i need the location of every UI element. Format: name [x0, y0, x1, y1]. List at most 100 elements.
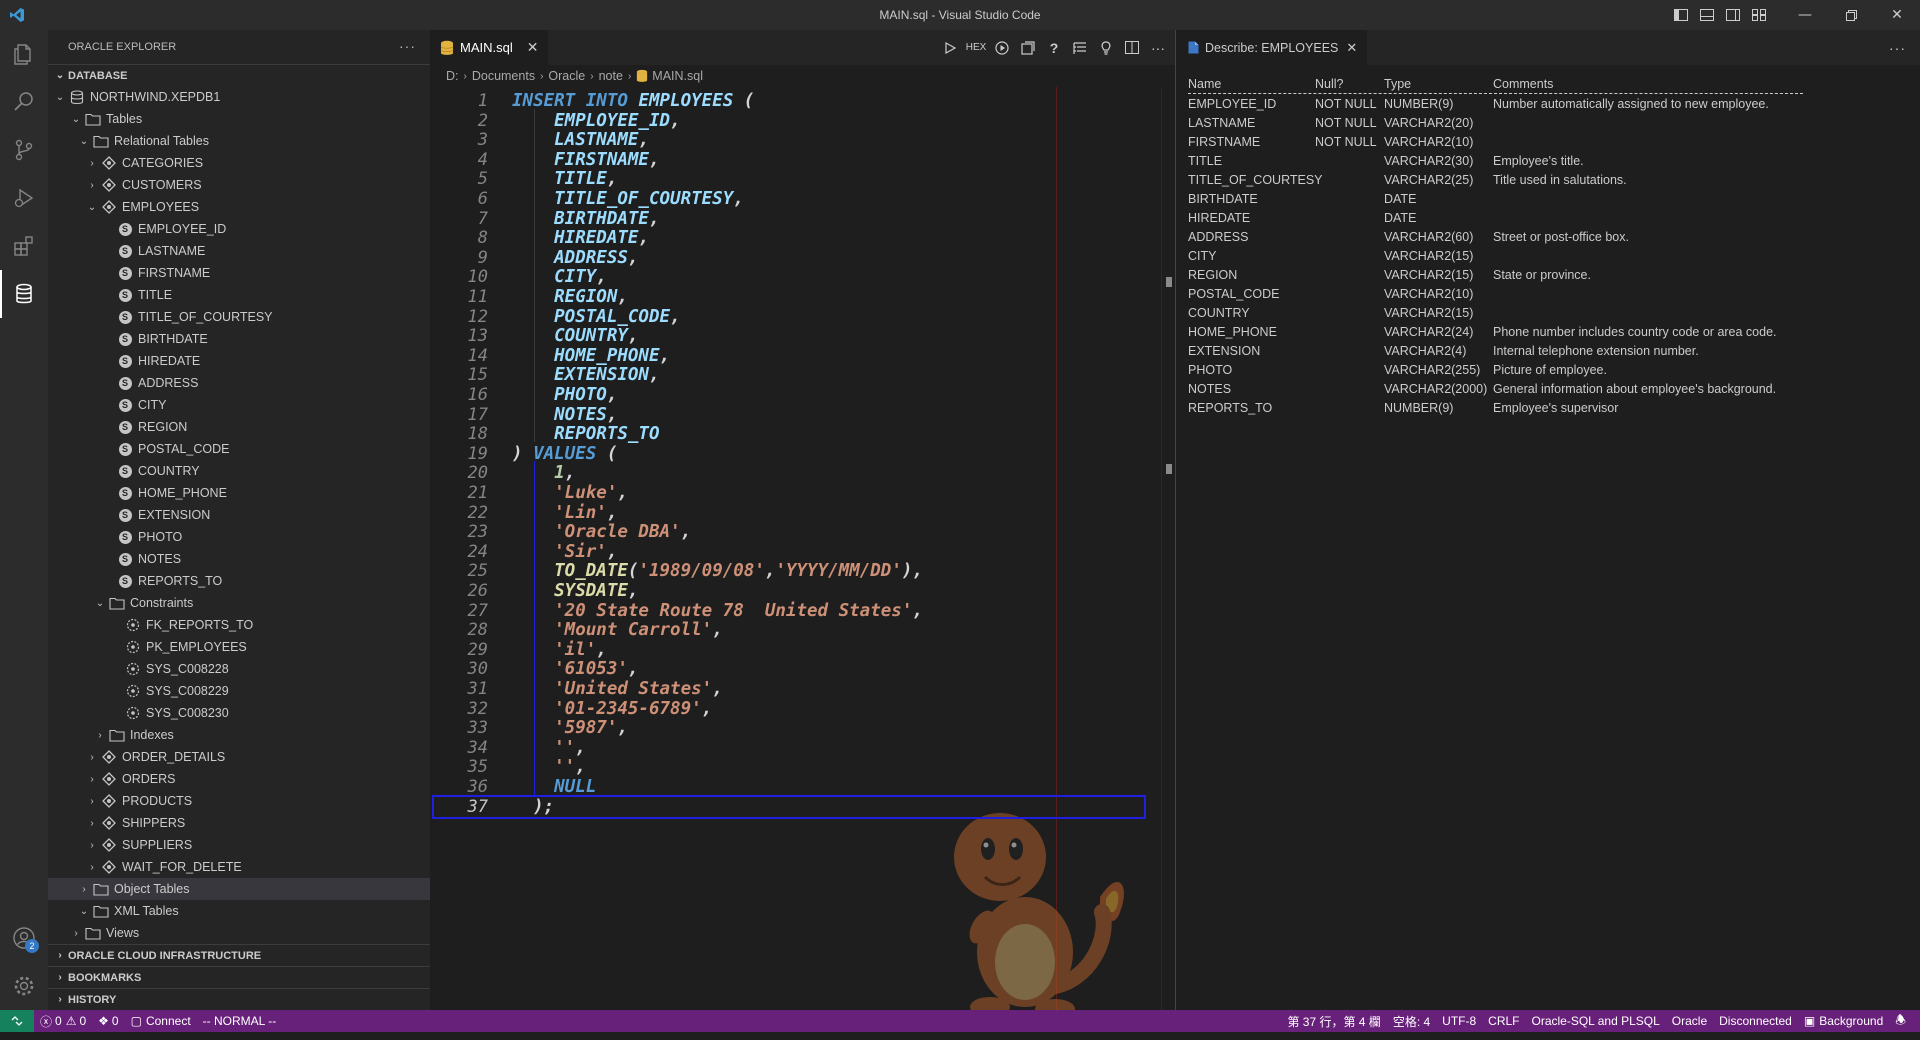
- editor-scrollbar[interactable]: [1161, 87, 1175, 1010]
- tab-main-sql[interactable]: MAIN.sql ✕: [430, 30, 549, 65]
- minimize-icon[interactable]: —: [1782, 0, 1828, 30]
- tree-column[interactable]: S HOME_PHONE: [48, 482, 430, 504]
- tree-table-customers[interactable]: › CUSTOMERS: [48, 174, 430, 196]
- section-database[interactable]: ⌄ DATABASE: [48, 64, 430, 86]
- tree-column[interactable]: S FIRSTNAME: [48, 262, 430, 284]
- tree-tables[interactable]: ⌄ Tables: [48, 108, 430, 130]
- tree-column[interactable]: S EMPLOYEE_ID: [48, 218, 430, 240]
- section-bookmarks[interactable]: › BOOKMARKS: [48, 966, 430, 988]
- breadcrumb-item[interactable]: D:: [446, 69, 459, 83]
- tree-relational-tables[interactable]: ⌄ Relational Tables: [48, 130, 430, 152]
- tree-indexes[interactable]: › Indexes: [48, 724, 430, 746]
- tree-constraint[interactable]: SYS_C008230: [48, 702, 430, 724]
- tree-column[interactable]: S TITLE: [48, 284, 430, 306]
- outline-icon[interactable]: [1067, 30, 1093, 65]
- restore-icon[interactable]: [1828, 0, 1874, 30]
- tree-constraint[interactable]: PK_EMPLOYEES: [48, 636, 430, 658]
- connect-button[interactable]: ▢ Connect: [125, 1010, 197, 1032]
- chevron-down-icon[interactable]: ⌄: [84, 202, 100, 213]
- explain-plan-icon[interactable]: [1015, 30, 1041, 65]
- tree-column[interactable]: S CITY: [48, 394, 430, 416]
- explorer-icon[interactable]: [0, 30, 48, 78]
- tree-object-tables[interactable]: › Object Tables: [48, 878, 430, 900]
- oracle-status[interactable]: Oracle: [1666, 1010, 1713, 1032]
- run-icon[interactable]: [937, 30, 963, 65]
- split-editor-icon[interactable]: [1119, 30, 1145, 65]
- tree-column[interactable]: S POSTAL_CODE: [48, 438, 430, 460]
- chevron-right-icon[interactable]: ›: [84, 774, 100, 785]
- background-button[interactable]: ▣ Background: [1798, 1010, 1889, 1032]
- tree-table[interactable]: › SHIPPERS: [48, 812, 430, 834]
- notifications-bell-icon[interactable]: 🕭: [1889, 1010, 1912, 1032]
- tree-column[interactable]: S TITLE_OF_COURTESY: [48, 306, 430, 328]
- breadcrumb-item[interactable]: MAIN.sql: [652, 69, 703, 83]
- tree-constraints[interactable]: ⌄ Constraints: [48, 592, 430, 614]
- language-mode[interactable]: Oracle-SQL and PLSQL: [1526, 1010, 1666, 1032]
- toggle-panel-icon[interactable]: [1694, 0, 1720, 30]
- manage-gear-icon[interactable]: [0, 962, 48, 1010]
- chevron-down-icon[interactable]: ⌄: [68, 114, 84, 125]
- chevron-down-icon[interactable]: ⌄: [76, 906, 92, 917]
- section-history[interactable]: › HISTORY: [48, 988, 430, 1010]
- run-debug-icon[interactable]: [0, 174, 48, 222]
- chevron-right-icon[interactable]: ›: [84, 862, 100, 873]
- chevron-right-icon[interactable]: ›: [84, 796, 100, 807]
- toggle-primary-sidebar-icon[interactable]: [1668, 0, 1694, 30]
- close-tab-icon[interactable]: ✕: [527, 39, 539, 56]
- code-line[interactable]: 37 );: [430, 794, 1146, 819]
- breadcrumb-item[interactable]: Documents: [472, 69, 535, 83]
- tree-table-employees[interactable]: ⌄ EMPLOYEES: [48, 196, 430, 218]
- tree-column[interactable]: S HIREDATE: [48, 350, 430, 372]
- chevron-right-icon[interactable]: ›: [84, 752, 100, 763]
- tree-column[interactable]: S ADDRESS: [48, 372, 430, 394]
- encoding[interactable]: UTF-8: [1436, 1010, 1482, 1032]
- cursor-position[interactable]: 第 37 行，第 4 欄: [1281, 1010, 1386, 1032]
- tree-column[interactable]: S EXTENSION: [48, 504, 430, 526]
- vscode-logo-icon[interactable]: [0, 0, 34, 30]
- customize-layout-icon[interactable]: [1746, 0, 1772, 30]
- tree-column[interactable]: S NOTES: [48, 548, 430, 570]
- tree-constraint[interactable]: FK_REPORTS_TO: [48, 614, 430, 636]
- extensions-icon[interactable]: [0, 222, 48, 270]
- remote-icon[interactable]: [0, 1010, 34, 1032]
- tree-column[interactable]: S LASTNAME: [48, 240, 430, 262]
- code-editor[interactable]: 1 INSERT INTO EMPLOYEES (2 EMPLOYEE_ID, 3 …: [430, 87, 1175, 1010]
- tree-xml-tables[interactable]: ⌄ XML Tables: [48, 900, 430, 922]
- section-oracle-cloud[interactable]: › ORACLE CLOUD INFRASTRUCTURE: [48, 944, 430, 966]
- tree-views[interactable]: › Views: [48, 922, 430, 944]
- run-script-icon[interactable]: [989, 30, 1015, 65]
- tree-column[interactable]: S REGION: [48, 416, 430, 438]
- tree-column[interactable]: S COUNTRY: [48, 460, 430, 482]
- chevron-right-icon[interactable]: ›: [84, 840, 100, 851]
- problems-indicator[interactable]: ⓧ 0 ⚠ 0: [34, 1010, 92, 1032]
- tree-table[interactable]: › WAIT_FOR_DELETE: [48, 856, 430, 878]
- more-actions-icon[interactable]: ···: [399, 38, 416, 54]
- database-icon[interactable]: [0, 270, 48, 318]
- lightbulb-icon[interactable]: [1093, 30, 1119, 65]
- tree-column[interactable]: S PHOTO: [48, 526, 430, 548]
- tree-column[interactable]: S BIRTHDATE: [48, 328, 430, 350]
- breadcrumb-item[interactable]: note: [599, 69, 623, 83]
- editor-more-icon[interactable]: ···: [1145, 30, 1171, 65]
- panel-more-icon[interactable]: ···: [1889, 40, 1906, 56]
- chevron-right-icon[interactable]: ›: [68, 928, 84, 939]
- tree-constraint[interactable]: SYS_C008229: [48, 680, 430, 702]
- chevron-right-icon[interactable]: ›: [84, 158, 100, 169]
- tree-column[interactable]: S REPORTS_TO: [48, 570, 430, 592]
- hex-button[interactable]: HEX: [963, 30, 989, 65]
- tree-table[interactable]: › ORDER_DETAILS: [48, 746, 430, 768]
- end-of-line[interactable]: CRLF: [1482, 1010, 1525, 1032]
- chevron-right-icon[interactable]: ›: [84, 818, 100, 829]
- search-icon[interactable]: [0, 78, 48, 126]
- connection-status[interactable]: Disconnected: [1713, 1010, 1798, 1032]
- tree-connection[interactable]: ⌄ NORTHWIND.XEPDB1: [48, 86, 430, 108]
- chevron-down-icon[interactable]: ⌄: [52, 92, 68, 103]
- help-icon[interactable]: ?: [1041, 30, 1067, 65]
- accounts-icon[interactable]: 2: [0, 914, 48, 962]
- close-tab-icon[interactable]: ✕: [1346, 40, 1357, 56]
- toggle-secondary-sidebar-icon[interactable]: [1720, 0, 1746, 30]
- tree-constraint[interactable]: SYS_C008228: [48, 658, 430, 680]
- breadcrumb-item[interactable]: Oracle: [548, 69, 585, 83]
- close-window-icon[interactable]: ✕: [1874, 0, 1920, 30]
- tree-table-categories[interactable]: › CATEGORIES: [48, 152, 430, 174]
